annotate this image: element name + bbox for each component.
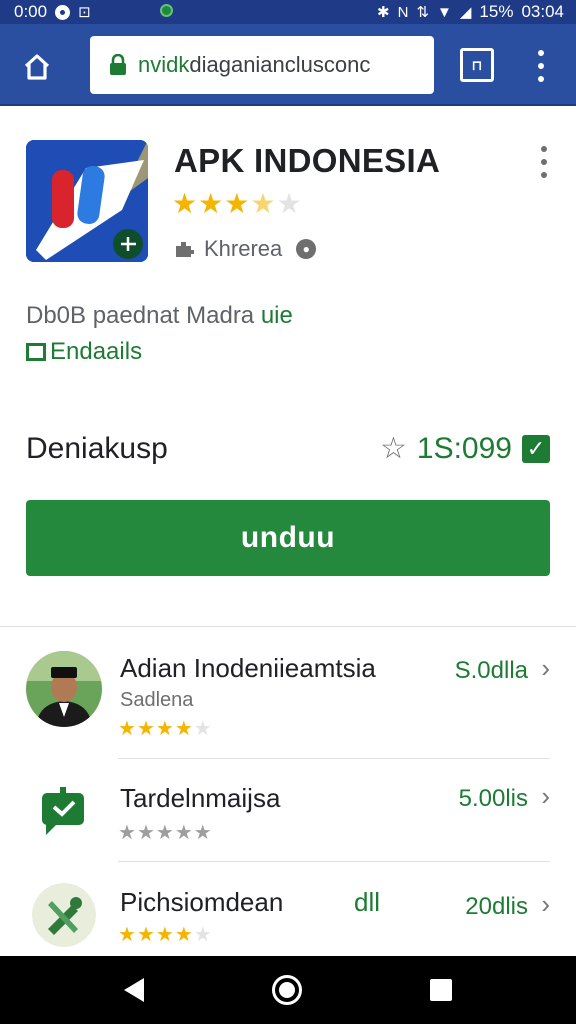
star-icon: ★ (118, 718, 137, 740)
app-overflow-menu-button[interactable] (536, 146, 552, 178)
related-app-name: Tardelnmaijsa (120, 783, 281, 813)
status-time-left: 0:00 (14, 2, 48, 21)
related-app-subtitle: Sadlena (120, 689, 194, 711)
details-link[interactable]: Endaails (26, 338, 142, 366)
star-icon: ★ (118, 924, 137, 946)
star-gray-icon: ★ (155, 822, 175, 844)
nfc-icon: N (397, 3, 409, 21)
developer-info-icon: ● (296, 239, 317, 259)
star-outline-icon[interactable]: ☆ (380, 434, 407, 464)
description-text: Db0B paednat Madra (26, 302, 255, 329)
download-button[interactable]: unduu (26, 500, 550, 576)
star-gray-icon: ★ (136, 822, 156, 844)
status-left: 0:00 ⊡ (14, 2, 91, 22)
related-app-stars: ★★★★★ (118, 719, 213, 739)
developer-row[interactable]: Khrerea ● (174, 236, 317, 262)
star-icon: ★ (198, 188, 225, 219)
section-title: Deniakusp (26, 432, 168, 465)
recent-apps-icon[interactable] (430, 979, 452, 1001)
data-icon: ⇅ (416, 3, 430, 21)
related-app-price: S.0dlla (454, 657, 528, 684)
menu-dot-icon (538, 76, 544, 82)
chevron-right-icon: › (541, 653, 550, 683)
home-button[interactable] (16, 46, 58, 88)
star-icon: ★ (155, 924, 175, 946)
star-icon: ★ (136, 718, 156, 740)
app-icon (26, 140, 148, 262)
notification-icon (55, 4, 71, 20)
related-app-price: 20dlis (465, 893, 528, 920)
menu-dot-icon (541, 159, 547, 165)
app-title: APK INDONESIA (174, 142, 441, 179)
chat-check-icon (26, 773, 102, 849)
puzzle-icon (176, 242, 194, 257)
star-gray-icon: ★ (118, 822, 137, 844)
home-nav-icon[interactable] (272, 975, 302, 1005)
tools-icon (32, 883, 96, 947)
related-app-name: Pichsiomdean (120, 887, 284, 917)
url-path: diaganianclusconc (189, 52, 371, 77)
download-count: 1S:099 (416, 432, 512, 465)
star-empty-icon: ★ (276, 188, 303, 219)
star-half-icon: ★ (250, 188, 277, 219)
star-icon: ★ (136, 924, 156, 946)
star-icon: ★ (174, 718, 194, 740)
app-rating-stars: ★★★★★ (172, 190, 303, 218)
star-icon: ★ (224, 188, 251, 219)
details-icon (26, 343, 46, 361)
status-time-right: 03:04 (521, 2, 564, 21)
url-bar[interactable]: nvidkdiaganianclusconc (90, 36, 434, 94)
related-apps-list: Adian Inodeniieamtsia Sadlena ★★★★★ S.0d… (0, 626, 576, 956)
divider (118, 861, 550, 862)
system-navigation-bar (0, 956, 576, 1024)
star-icon: ★ (172, 188, 199, 219)
related-app-stars: ★★★★★ (118, 925, 213, 945)
browser-toolbar: nvidkdiaganianclusconc ⊓ (0, 24, 576, 106)
star-empty-icon: ★ (193, 924, 213, 946)
url-host: nvidk (138, 52, 190, 77)
checkbox-icon[interactable]: ✓ (522, 435, 550, 463)
related-app-extra: dll (354, 887, 381, 917)
star-icon: ★ (174, 924, 194, 946)
wifi-icon: ▼ (437, 3, 452, 21)
menu-dot-icon (541, 172, 547, 178)
description-link[interactable]: uie (261, 302, 293, 329)
related-app-name: Adian Inodeniieamtsia (120, 653, 376, 683)
menu-dot-icon (538, 50, 544, 56)
app-notification-icon (160, 4, 173, 17)
battery-level: 15% (479, 2, 514, 21)
status-bar: 0:00 ⊡ ✱ N ⇅ ▼ ◢ 15% 03:04 (0, 0, 576, 24)
back-icon[interactable] (124, 978, 144, 1002)
person-avatar (26, 651, 102, 727)
menu-dot-icon (541, 146, 547, 152)
star-icon: ★ (155, 718, 175, 740)
list-item[interactable]: Tardelnmaijsa ★★★★★ 5.00lis › (0, 759, 576, 859)
status-right: ✱ N ⇅ ▼ ◢ 15% 03:04 (377, 2, 564, 22)
voicemail-icon: ⊡ (78, 3, 91, 21)
star-gray-icon: ★ (174, 822, 194, 844)
list-item[interactable]: Adian Inodeniieamtsia Sadlena ★★★★★ S.0d… (0, 627, 576, 757)
tabs-icon: ⊓ (471, 56, 483, 73)
tabs-button[interactable]: ⊓ (460, 48, 494, 82)
signal-icon: ◢ (459, 3, 472, 21)
app-description: Db0B paednat Madra uie (26, 302, 293, 330)
chevron-right-icon: › (541, 889, 550, 919)
related-app-price: 5.00lis (458, 785, 528, 812)
star-empty-icon: ★ (193, 718, 213, 740)
browser-menu-button[interactable] (526, 46, 556, 86)
menu-dot-icon (538, 63, 544, 69)
developer-name: Khrerea (204, 236, 283, 261)
app-logo-icon (26, 140, 148, 262)
mute-icon: ✱ (377, 3, 390, 21)
download-count-row: ☆ 1S:099 ✓ (380, 432, 550, 466)
url-text: nvidkdiaganianclusconc (138, 52, 370, 78)
related-app-stars: ★★★★★ (118, 823, 213, 843)
home-icon (24, 54, 50, 80)
details-label: Endaails (50, 338, 143, 365)
star-gray-icon: ★ (193, 822, 213, 844)
list-item[interactable]: Pichsiomdean dll ★★★★★ 20dlis › (0, 863, 576, 957)
chevron-right-icon: › (541, 781, 550, 811)
lock-icon (110, 54, 126, 75)
